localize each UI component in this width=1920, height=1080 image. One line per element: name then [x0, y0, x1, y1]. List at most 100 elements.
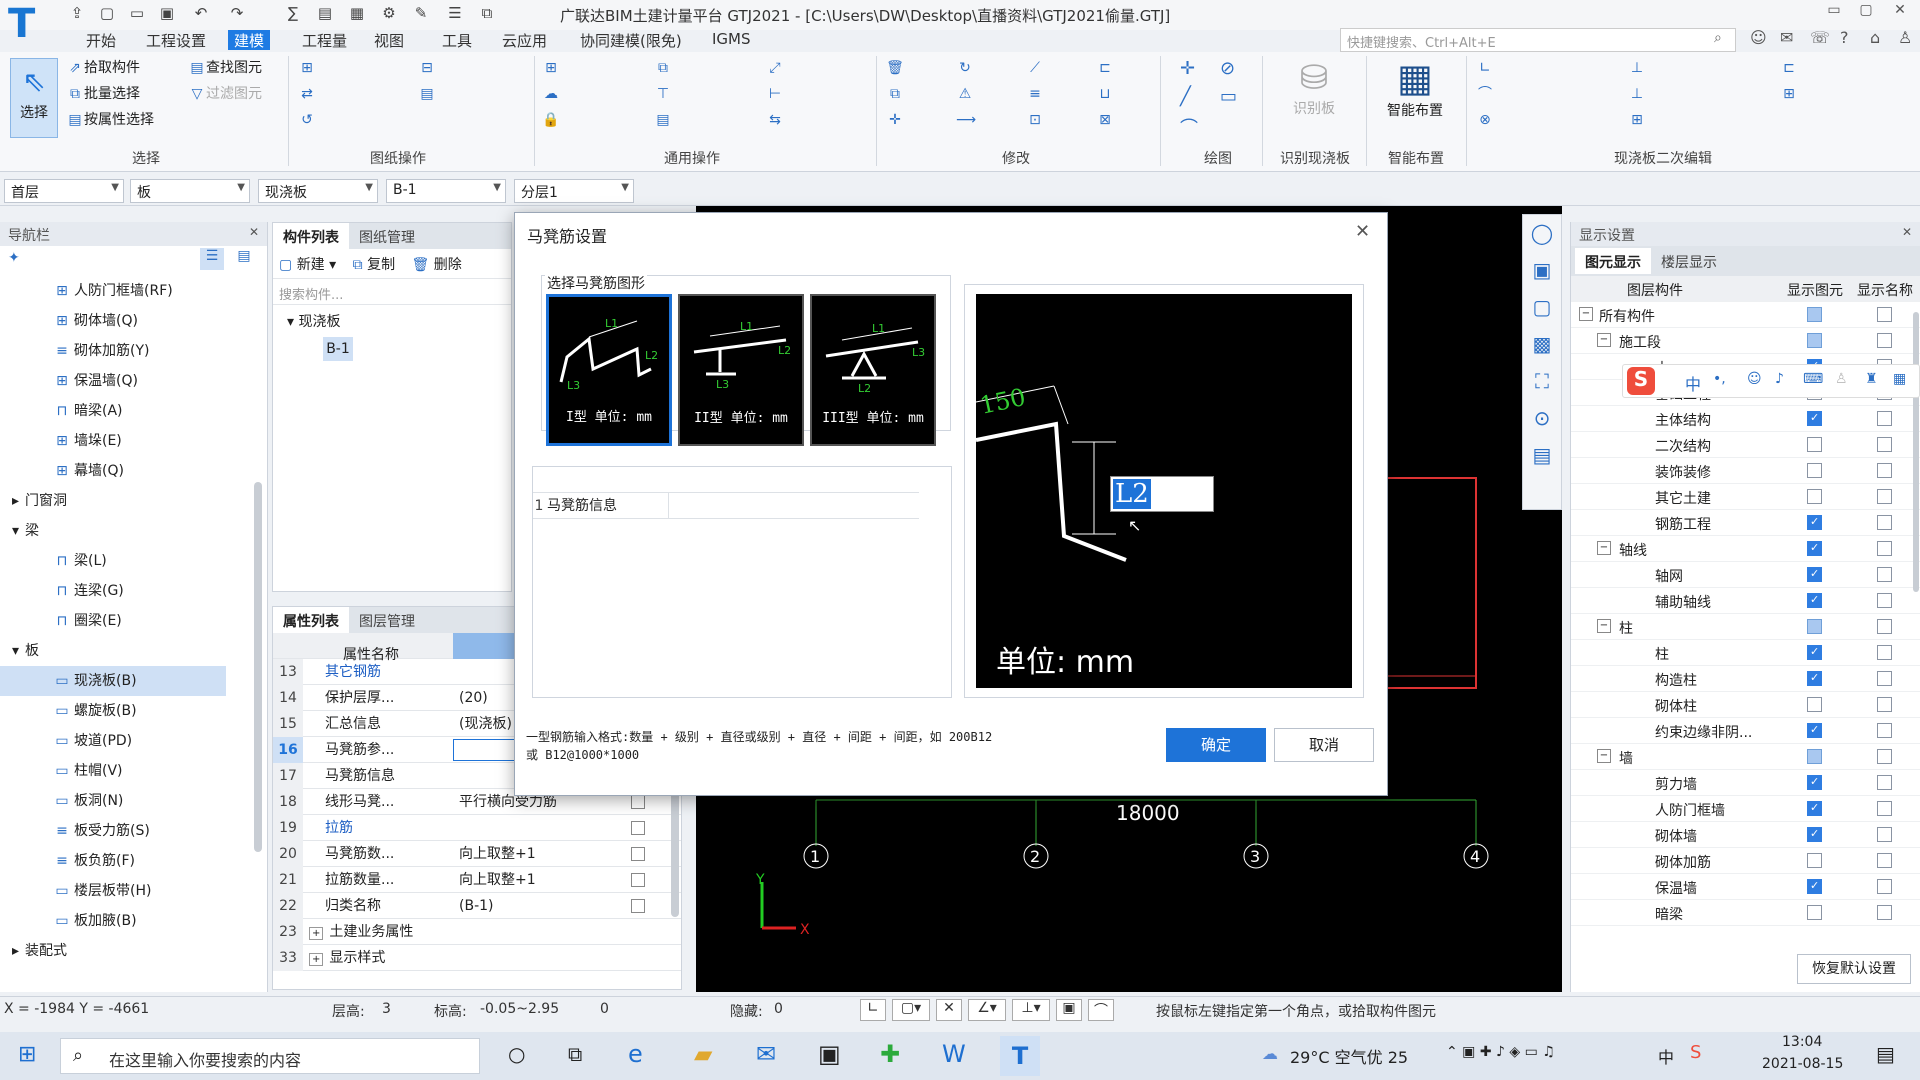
user-icon[interactable]: ☺ [1750, 28, 1767, 47]
pin-icon[interactable]: ✦ [8, 250, 20, 266]
show-name-checkbox[interactable] [1877, 645, 1892, 660]
ribbon-edit2-0[interactable]: ∟ [1476, 56, 1494, 80]
menu-1[interactable]: 工程设置 [140, 30, 212, 50]
report-icon[interactable]: ▤ [314, 4, 336, 24]
property-value[interactable]: 向上取整+1 [453, 867, 623, 893]
keyboard-icon[interactable]: ⌨ [1803, 371, 1823, 387]
table-row[interactable]: 1 马凳筋信息 [533, 493, 919, 519]
show-element-checkbox[interactable] [1807, 697, 1822, 712]
maximize-icon[interactable]: ▢ [1852, 2, 1880, 24]
close-icon[interactable]: ✕ [1886, 2, 1914, 24]
ribbon-common-8[interactable]: ⇆ [766, 108, 784, 132]
show-name-checkbox[interactable] [1877, 879, 1892, 894]
property-value[interactable]: 向上取整+1 [453, 841, 623, 867]
menu-5[interactable]: 工具 [436, 30, 478, 50]
stool-shape-type-2[interactable]: L1 L2 L3 II型 单位: mm [678, 294, 804, 446]
nav-item[interactable]: ⊞ 人防门框墙(RF) [0, 276, 250, 306]
show-name-checkbox[interactable] [1877, 697, 1892, 712]
show-name-checkbox[interactable] [1877, 905, 1892, 920]
nav-group[interactable]: ▸ 装配式 [0, 936, 250, 966]
show-name-checkbox[interactable] [1877, 775, 1892, 790]
selector-2[interactable]: 现浇板 ▼ [258, 179, 378, 203]
list-view-icon[interactable]: ☰ [200, 248, 224, 270]
tab-element-display[interactable]: 图元显示 [1575, 248, 1651, 274]
nav-item[interactable]: ⊞ 幕墙(Q) [0, 456, 250, 486]
reset-default-button[interactable]: 恢复默认设置 [1797, 954, 1911, 984]
ribbon-common-7[interactable]: ▤ [654, 108, 672, 132]
show-element-checkbox[interactable] [1807, 801, 1822, 816]
menu-7[interactable]: 协同建模(限免) [574, 30, 688, 50]
show-name-checkbox[interactable] [1877, 827, 1892, 842]
ribbon-edit2-5[interactable]: ⊞ [1780, 82, 1798, 106]
ribbon-common-3[interactable]: ☁ [542, 82, 560, 106]
nav-item[interactable]: ▭ 螺旋板(B) [0, 696, 250, 726]
ribbon-drawing-3[interactable]: ▤ [418, 82, 436, 106]
expand-icon[interactable]: + [309, 927, 324, 940]
collapse-icon[interactable]: − [1597, 749, 1611, 763]
show-element-checkbox[interactable] [1807, 593, 1822, 608]
ribbon-common-2[interactable]: ⤢ [766, 56, 784, 80]
expand-icon[interactable]: + [309, 953, 324, 966]
nav-item[interactable]: ≡ 砌体加筋(Y) [0, 336, 250, 366]
panel-close-icon[interactable]: ✕ [249, 225, 259, 239]
show-name-checkbox[interactable] [1877, 463, 1892, 478]
show-element-checkbox[interactable] [1807, 489, 1822, 504]
weather-text[interactable]: 29°C 空气优 25 [1290, 1044, 1408, 1068]
stool-shape-type-3[interactable]: L1 L3 L2 III型 单位: mm [810, 294, 936, 446]
message-icon[interactable]: ✉ [1780, 28, 1793, 47]
property-value[interactable]: (B-1) [453, 893, 623, 919]
show-element-checkbox[interactable] [1807, 307, 1822, 322]
shirt-icon[interactable]: ♙ [1898, 28, 1912, 47]
nav-scrollbar[interactable] [254, 482, 262, 852]
show-element-checkbox[interactable] [1807, 905, 1822, 920]
cancel-button[interactable]: 取消 [1274, 728, 1374, 762]
show-element-checkbox[interactable] [1807, 775, 1822, 790]
ortho-icon[interactable]: ∟ [860, 999, 886, 1021]
ribbon-select-2[interactable]: ▤ 按属性选择 [66, 108, 154, 132]
collapse-icon[interactable]: − [1597, 619, 1611, 633]
nav-item[interactable]: ⊓ 圈梁(E) [0, 606, 250, 636]
ribbon-select-0[interactable]: ⇗ 拾取构件 [66, 56, 140, 80]
upload-icon[interactable]: ⇪ [66, 4, 88, 24]
rect-icon[interactable]: ▭ [1220, 86, 1237, 107]
property-row[interactable]: 33 + 显示样式 [273, 945, 681, 971]
nav-item[interactable]: ▭ 板加腋(B) [0, 906, 250, 936]
3d-icon[interactable]: ▣ [1523, 252, 1561, 289]
show-element-checkbox[interactable] [1807, 411, 1822, 426]
mail-icon[interactable]: ✉ [756, 1040, 776, 1068]
show-element-checkbox[interactable] [1807, 671, 1822, 686]
collapse-icon[interactable]: − [1597, 541, 1611, 555]
ribbon-edit2-6[interactable]: ⊗ [1476, 108, 1494, 132]
redo-icon[interactable]: ↷ [226, 4, 248, 24]
nav-item[interactable]: ⊞ 保温墙(Q) [0, 366, 250, 396]
property-checkbox[interactable] [631, 821, 645, 835]
menu-8[interactable]: IGMS [706, 30, 757, 50]
service-icon[interactable]: ☏ [1810, 28, 1830, 47]
camera-app-icon[interactable]: ▣ [818, 1040, 841, 1068]
recognize-slab-button[interactable]: ⛁ 识别板 [1272, 58, 1356, 118]
show-name-checkbox[interactable] [1877, 593, 1892, 608]
dialog-close-icon[interactable]: ✕ [1355, 221, 1370, 242]
property-row[interactable]: 23 + 土建业务属性 [273, 919, 681, 945]
ribbon-drawing-2[interactable]: ⇄ [298, 82, 316, 106]
property-checkbox[interactable] [631, 795, 645, 809]
ribbon-edit2-4[interactable]: ⊥ [1628, 82, 1646, 106]
help-icon[interactable]: ? [1840, 28, 1849, 47]
tab-drawing-manage[interactable]: 图纸管理 [349, 223, 425, 249]
show-element-checkbox[interactable] [1807, 463, 1822, 478]
sum-icon[interactable]: ∑ [282, 4, 304, 24]
property-checkbox[interactable] [631, 847, 645, 861]
layers-icon[interactable]: ☰ [444, 4, 466, 24]
account-icon[interactable]: ♙ [1835, 371, 1848, 387]
copy-icon[interactable]: ⧉ [476, 4, 498, 24]
show-element-checkbox[interactable] [1807, 853, 1822, 868]
input-lang[interactable]: 中 [1658, 1044, 1674, 1068]
ribbon-common-5[interactable]: ⊢ [766, 82, 784, 106]
show-element-checkbox[interactable] [1807, 515, 1822, 530]
nav-group[interactable]: ▾ 板 [0, 636, 250, 666]
selector-1[interactable]: 板 ▼ [130, 179, 250, 203]
menu-4[interactable]: 视图 [368, 30, 410, 50]
property-row[interactable]: 21 拉筋数量... 向上取整+1 [273, 867, 681, 893]
show-name-checkbox[interactable] [1877, 853, 1892, 868]
show-name-checkbox[interactable] [1877, 801, 1892, 816]
